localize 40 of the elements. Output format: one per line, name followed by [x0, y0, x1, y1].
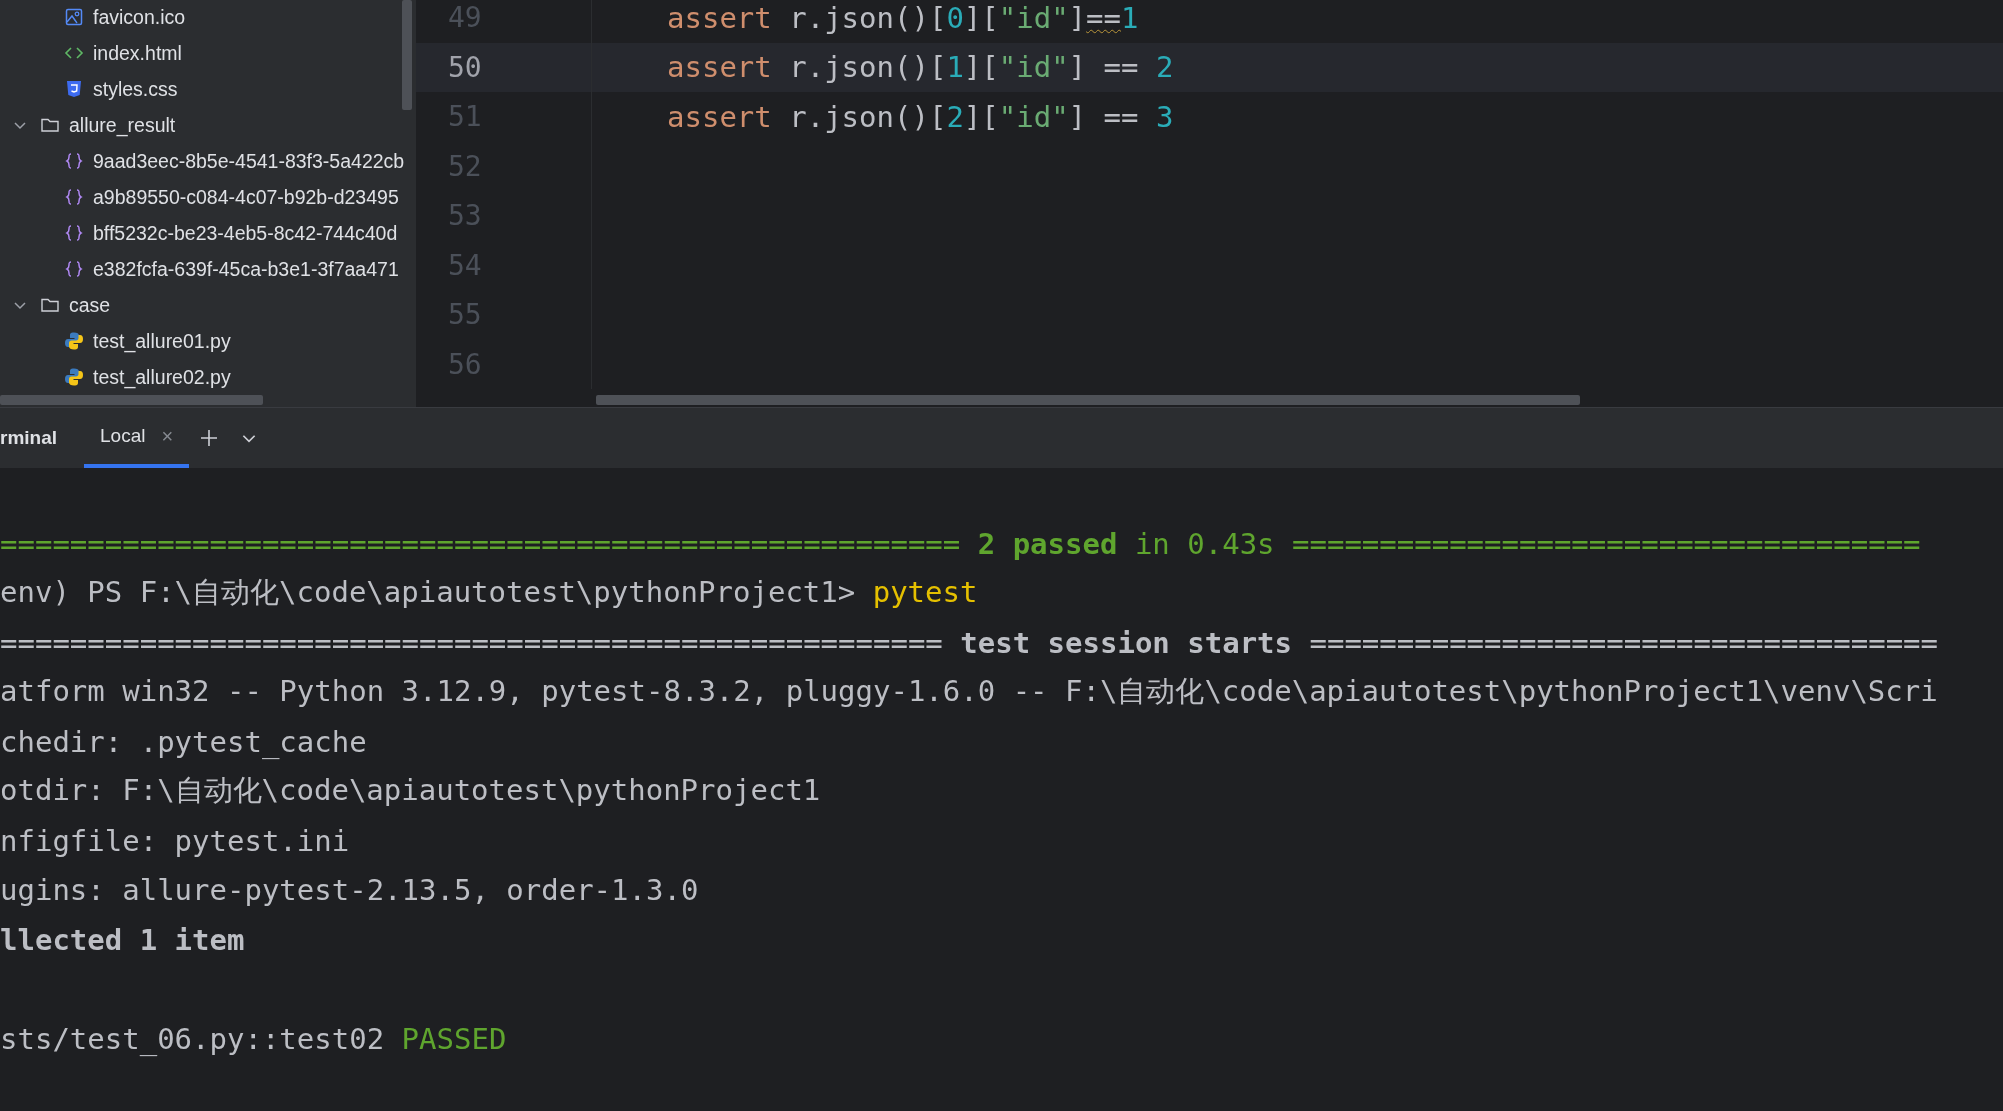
file-tree-item[interactable]: 9aad3eec-8b5e-4541-83f3-5a422cb	[93, 149, 405, 173]
terminal-line: chedir: .pytest_cache	[0, 724, 367, 759]
file-tree-item[interactable]: favicon.ico	[93, 5, 186, 29]
shield-icon	[64, 79, 84, 99]
file-tree-item[interactable]: bff5232c-be23-4eb5-8c42-744c40d	[93, 221, 398, 245]
plus-icon[interactable]	[199, 428, 220, 448]
code-line: assert r.json()[0]["id"]==1	[667, 0, 1139, 35]
file-tree-item[interactable]: a9b89550-c084-4c07-b92b-d23495	[93, 185, 399, 209]
file-tree-item[interactable]: e382fcfa-639f-45ca-b3e1-3f7aa471	[93, 257, 399, 281]
scrollbar[interactable]	[596, 395, 1580, 405]
terminal-line: ======================================================= 2 passed in 0.43s ====================================	[0, 526, 1921, 561]
file-tree-item[interactable]: allure_result	[69, 113, 176, 137]
terminal-line: sts/test_06.py::test02 PASSED	[0, 1021, 507, 1056]
terminal-line: atform win32 -- Python 3.12.9, pytest-8.3.2, pluggy-1.6.0 -- F:\自动化\code\apiautotest\pythonProject1\venv\Scri	[0, 673, 1938, 711]
close-icon[interactable]: ×	[161, 424, 174, 448]
file-tree-item[interactable]: test_allure01.py	[93, 329, 231, 353]
python-icon	[64, 331, 84, 351]
braces-icon	[64, 151, 84, 171]
scrollbar[interactable]	[0, 395, 263, 405]
terminal-line: llected 1 item	[0, 922, 245, 957]
braces-icon	[64, 187, 84, 207]
terminal-line: ====================================================== test session starts ====================================	[0, 625, 1939, 660]
terminal-line: nfigfile: pytest.ini	[0, 823, 350, 858]
terminal-line: env) PS F:\自动化\code\apiautotest\pythonProject1> pytest	[0, 574, 978, 612]
scrollbar[interactable]	[402, 0, 412, 110]
panel-title: rminal	[0, 427, 58, 449]
python-icon	[64, 367, 84, 387]
terminal-line: otdir: F:\自动化\code\apiautotest\pythonProject1	[0, 772, 821, 810]
file-tree-item[interactable]: index.html	[93, 41, 182, 65]
file-tree-item[interactable]: test_allure02.py	[93, 365, 231, 389]
code-line: assert r.json()[2]["id"] == 3	[667, 99, 1174, 134]
file-tree-item[interactable]: styles.css	[93, 77, 178, 101]
terminal-line: ugins: allure-pytest-2.13.5, order-1.3.0	[0, 873, 699, 908]
terminal-tab[interactable]: Local ×	[84, 408, 190, 468]
braces-icon	[64, 223, 84, 243]
braces-icon	[64, 259, 84, 279]
code-line: assert r.json()[1]["id"] == 2	[667, 50, 1174, 85]
image-icon	[64, 7, 84, 27]
file-tree-item[interactable]: case	[69, 293, 111, 317]
line-number: 50	[416, 42, 592, 92]
